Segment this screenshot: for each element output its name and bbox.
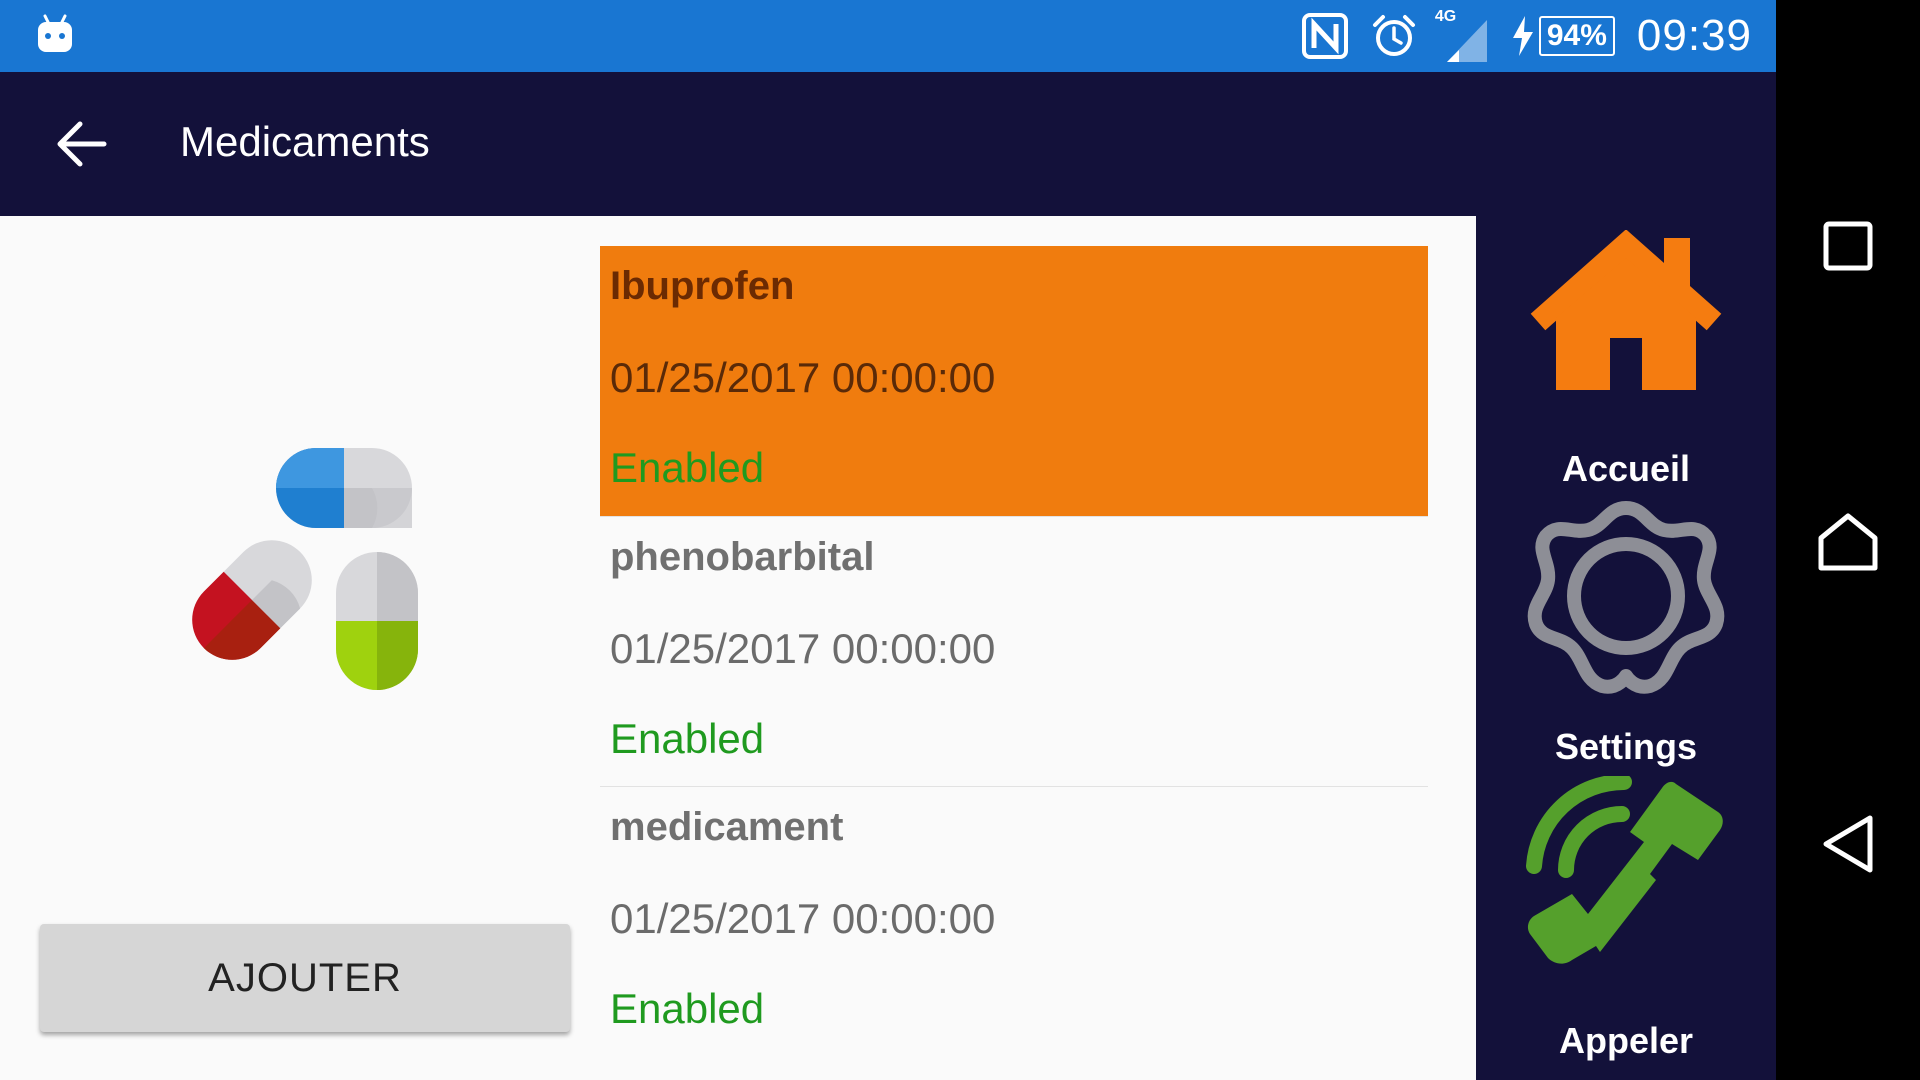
system-nav-bar <box>1776 0 1920 1080</box>
battery-level: 94% <box>1538 16 1615 56</box>
nav-item-accueil[interactable]: Accueil <box>1476 230 1776 500</box>
medication-status: Enabled <box>610 985 765 1032</box>
app-bar: Medicaments <box>0 72 1776 216</box>
medication-list: Ibuprofen 01/25/2017 00:00:00 Enabled ph… <box>600 246 1428 1056</box>
nav-item-appeler[interactable]: Appeler <box>1476 776 1776 1076</box>
nav-item-settings[interactable]: Settings <box>1476 496 1776 776</box>
clock: 09:39 <box>1636 11 1752 60</box>
page-title: Medicaments <box>180 118 430 165</box>
arrow-left-icon[interactable] <box>52 114 112 174</box>
medication-status: Enabled <box>610 715 765 762</box>
signal-icon: 4G <box>1435 8 1489 62</box>
add-button[interactable]: AJOUTER <box>40 924 570 1032</box>
main-content: AJOUTER Ibuprofen 01/25/2017 00:00:00 En… <box>0 216 1476 1080</box>
list-item[interactable]: medicament 01/25/2017 00:00:00 Enabled <box>600 786 1428 1056</box>
medication-date: 01/25/2017 00:00:00 <box>610 354 996 401</box>
list-item[interactable]: phenobarbital 01/25/2017 00:00:00 Enable… <box>600 516 1428 786</box>
medication-name: Ibuprofen <box>610 264 795 308</box>
medication-name: phenobarbital <box>610 535 875 579</box>
android-icon <box>38 14 72 52</box>
phone-icon <box>1526 776 1723 964</box>
nav-label-appeler: Appeler <box>1558 1020 1694 1061</box>
gear-icon <box>1527 501 1725 694</box>
home-icon <box>1530 230 1722 390</box>
recent-apps-icon[interactable] <box>1822 220 1874 272</box>
side-nav: Accueil Settings Appeler <box>1476 216 1776 1080</box>
status-bar: 4G 94% 09:39 <box>0 0 1776 72</box>
nav-label-settings: Settings <box>1554 726 1697 767</box>
alarm-icon <box>1372 15 1415 56</box>
medication-date: 01/25/2017 00:00:00 <box>610 895 996 942</box>
medication-date: 01/25/2017 00:00:00 <box>610 625 996 672</box>
pills-icon <box>192 448 418 690</box>
nfc-icon <box>1301 13 1348 59</box>
list-item[interactable]: Ibuprofen 01/25/2017 00:00:00 Enabled <box>600 246 1428 516</box>
battery-indicator: 94% <box>1511 16 1615 56</box>
nav-label-accueil: Accueil <box>1561 448 1691 489</box>
medication-name: medicament <box>610 805 844 849</box>
medication-status: Enabled <box>610 444 765 491</box>
back-system-icon[interactable] <box>1820 814 1876 874</box>
charging-icon <box>1512 16 1533 56</box>
home-system-icon[interactable] <box>1817 512 1879 572</box>
